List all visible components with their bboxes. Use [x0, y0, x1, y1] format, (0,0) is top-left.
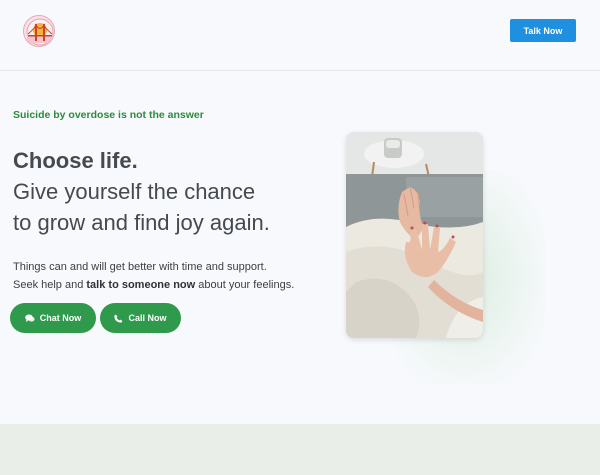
call-now-button[interactable]: Call Now [100, 303, 181, 333]
hero-body-text: Things can and will get better with time… [13, 258, 313, 294]
body-line-1: Things can and will get better with time… [13, 261, 267, 273]
headline-strong: Choose life. [13, 148, 138, 173]
site-header: Talk Now [0, 0, 600, 71]
phone-icon [114, 314, 123, 323]
body-line-2-prefix: Seek help and [13, 279, 87, 291]
body-line-2: Seek help and talk to someone now about … [13, 276, 313, 294]
footer-band [0, 424, 600, 475]
golden-gate-bridge-logo[interactable] [23, 15, 55, 47]
hero-photo [346, 132, 483, 338]
call-now-label: Call Now [128, 313, 167, 323]
hero-tagline: Suicide by overdose is not the answer [13, 109, 204, 121]
body-line-2-emphasis: talk to someone now [86, 279, 196, 291]
chat-now-label: Chat Now [39, 313, 82, 323]
bridge-icon [26, 18, 54, 46]
headline-line-3: to grow and find joy again. [13, 210, 270, 235]
hero-headline: Choose life. Give yourself the chance to… [13, 145, 313, 238]
chat-bubbles-icon [24, 314, 35, 322]
talk-now-button[interactable]: Talk Now [510, 19, 576, 42]
body-line-2-suffix: about your feelings. [195, 279, 295, 291]
headline-line-2: Give yourself the chance [13, 179, 256, 204]
chat-now-button[interactable]: Chat Now [10, 303, 96, 333]
hands-photo-image [346, 132, 483, 338]
